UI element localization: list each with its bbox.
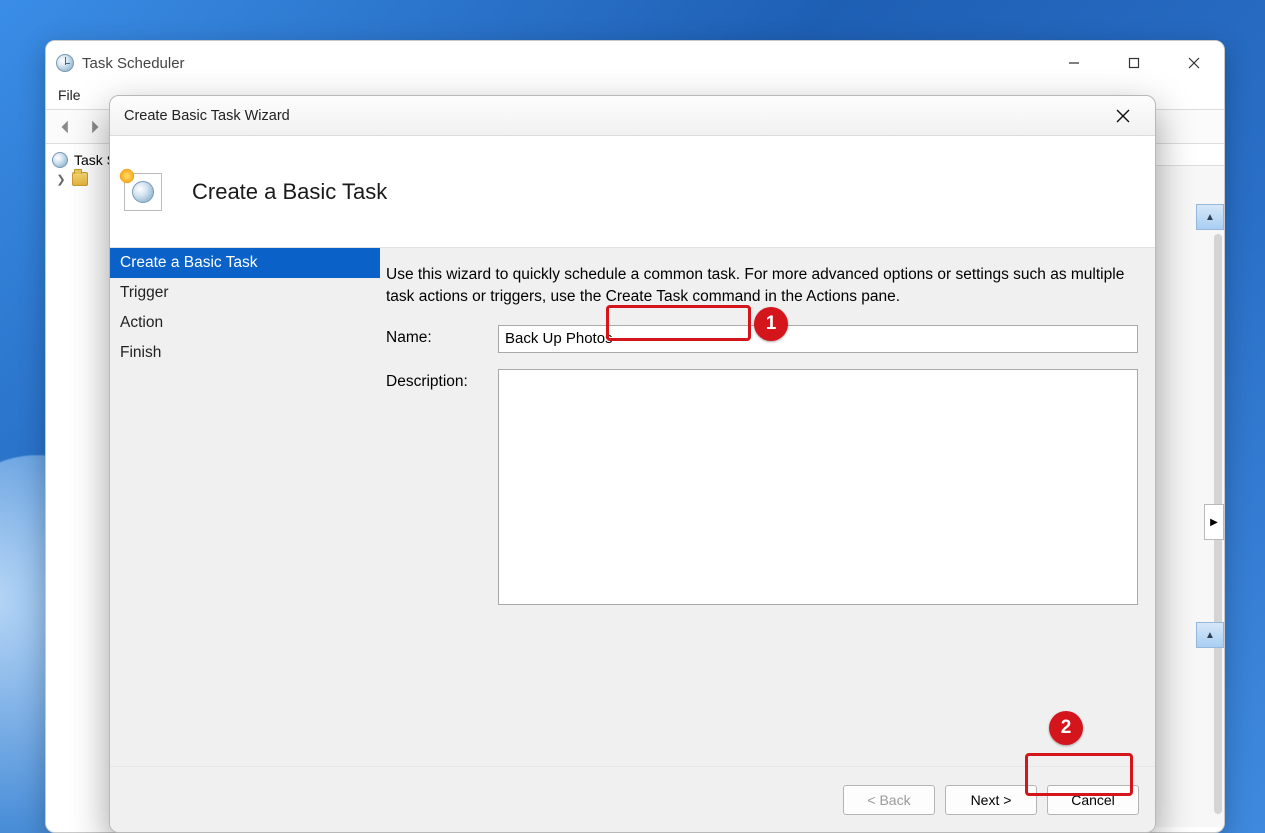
description-textarea[interactable] [498, 369, 1138, 605]
wizard-main: Use this wizard to quickly schedule a co… [380, 248, 1155, 728]
scroll-up-button-2[interactable]: ▲ [1196, 622, 1224, 648]
menu-file[interactable]: File [58, 87, 81, 103]
description-row: Description: [386, 369, 1145, 605]
cancel-button[interactable]: Cancel [1047, 785, 1139, 815]
scroll-up-button[interactable]: ▲ [1196, 204, 1224, 230]
wizard-footer: < Back Next > Cancel [110, 766, 1155, 832]
wizard-banner: Create a Basic Task [110, 136, 1155, 248]
wizard-close-button[interactable] [1105, 98, 1141, 134]
minimize-button[interactable] [1044, 42, 1104, 84]
wizard-title: Create Basic Task Wizard [124, 108, 290, 124]
clock-icon [132, 181, 154, 203]
window-controls [1044, 42, 1224, 84]
step-create-basic-task[interactable]: Create a Basic Task [110, 248, 380, 278]
nav-forward-icon[interactable] [80, 113, 108, 141]
step-finish[interactable]: Finish [110, 338, 380, 368]
step-action[interactable]: Action [110, 308, 380, 338]
wizard-steps: Create a Basic Task Trigger Action Finis… [110, 248, 380, 728]
expand-right-button[interactable]: ▶ [1204, 504, 1224, 540]
clock-icon [52, 152, 68, 168]
name-label: Name: [386, 325, 498, 347]
folder-icon [72, 172, 88, 186]
close-button[interactable] [1164, 42, 1224, 84]
back-button[interactable]: < Back [843, 785, 935, 815]
next-button[interactable]: Next > [945, 785, 1037, 815]
name-input[interactable] [498, 325, 1138, 353]
wizard-columns: Create a Basic Task Trigger Action Finis… [110, 248, 1155, 728]
clock-icon [56, 54, 74, 72]
wizard-body: Create a Basic Task Create a Basic Task … [110, 136, 1155, 832]
wizard-titlebar: Create Basic Task Wizard [110, 96, 1155, 136]
create-basic-task-wizard: Create Basic Task Wizard Create a Basic … [109, 95, 1156, 833]
chevron-right-icon: ❯ [56, 173, 66, 186]
wizard-icon [124, 173, 162, 211]
wizard-heading: Create a Basic Task [192, 179, 387, 205]
name-row: Name: [386, 325, 1145, 353]
description-label: Description: [386, 369, 498, 391]
window-title: Task Scheduler [82, 55, 185, 72]
step-trigger[interactable]: Trigger [110, 278, 380, 308]
wizard-intro-text: Use this wizard to quickly schedule a co… [386, 264, 1145, 309]
window-titlebar: Task Scheduler [46, 41, 1224, 85]
nav-back-icon[interactable] [52, 113, 80, 141]
sparkle-icon [117, 166, 137, 186]
maximize-button[interactable] [1104, 42, 1164, 84]
